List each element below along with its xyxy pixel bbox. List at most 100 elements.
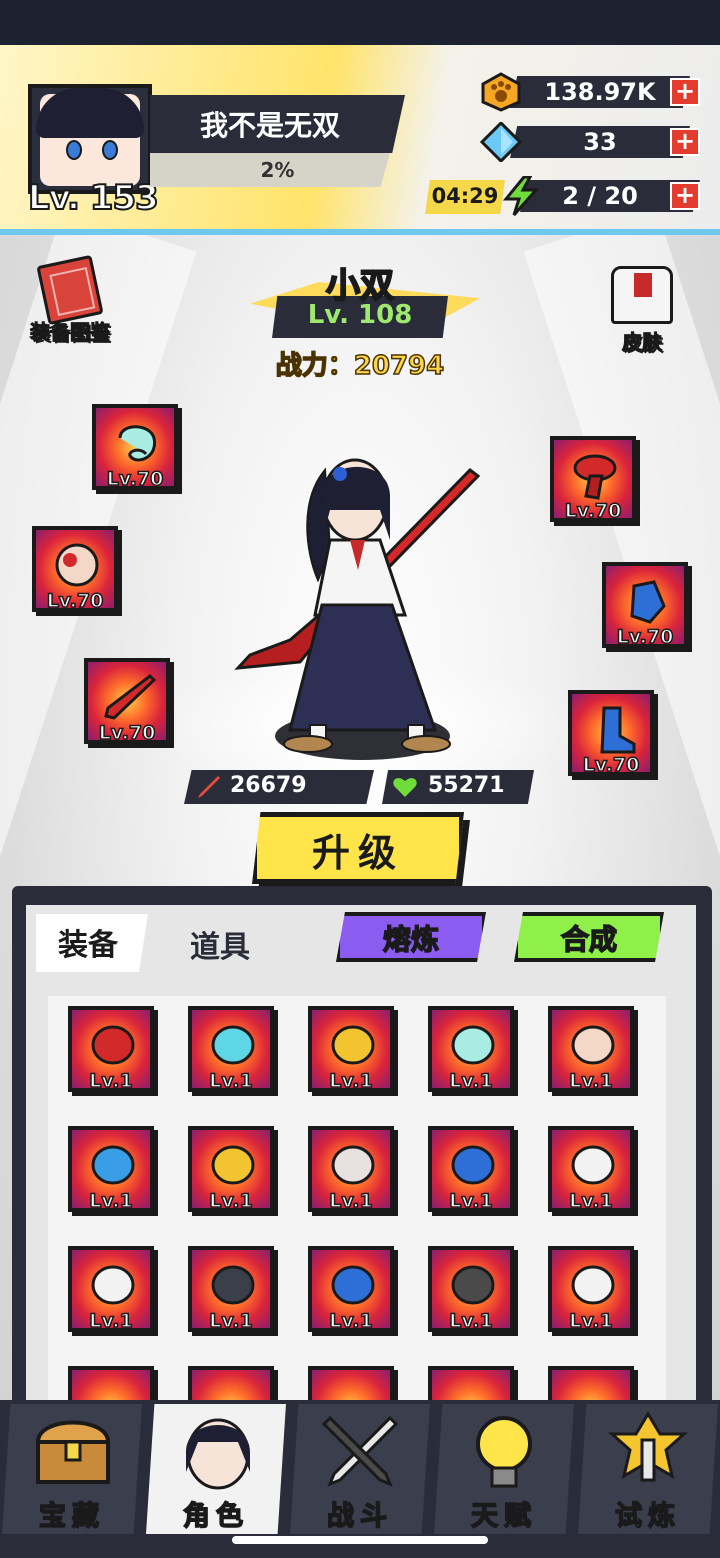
crossed-swords-icon xyxy=(321,1415,399,1487)
equip-slot-gloves[interactable]: Lv.70 xyxy=(602,562,688,649)
game-screen: Lv. 153 我不是无双 2% 138.97K + 33 + 04:29 2 … xyxy=(0,0,720,1558)
attack-value: 26679 xyxy=(230,773,307,798)
inventory-item-gold-sword[interactable]: Lv.1 xyxy=(308,1006,394,1093)
tab-equipment-label: 装备 xyxy=(58,928,118,963)
item-level: Lv.1 xyxy=(449,1189,494,1213)
equip-slot-pendant[interactable]: Lv.70 xyxy=(92,404,178,491)
character-portrait-icon xyxy=(186,1418,250,1490)
inventory-item-dark-helmet[interactable]: Lv.1 xyxy=(188,1246,274,1333)
glove-icon xyxy=(630,580,666,624)
combat-power: 战力：20794 xyxy=(275,350,445,382)
player-name: 我不是无双 xyxy=(199,109,340,142)
inventory-item-cyan-blade[interactable]: Lv.1 xyxy=(188,1006,274,1093)
red-sword-icon xyxy=(91,1025,135,1065)
sword-icon xyxy=(104,674,156,720)
nav-talent-label: 天赋 xyxy=(470,1500,537,1533)
stamina-timer: 04:29 xyxy=(431,184,499,208)
item-level: Lv.1 xyxy=(89,1069,134,1093)
combine-label: 合成 xyxy=(560,922,618,957)
gold-pendant-icon xyxy=(211,1145,255,1185)
inventory-item-blue-necklace[interactable]: Lv.1 xyxy=(68,1126,154,1213)
item-level: Lv.1 xyxy=(209,1069,254,1093)
equip-slot-scarf[interactable]: Lv.70 xyxy=(550,436,636,523)
blue-gloves-icon xyxy=(331,1265,375,1305)
exp-percent: 2% xyxy=(260,158,295,182)
pearl-necklace-icon xyxy=(331,1145,375,1185)
karate-gi-icon xyxy=(571,1265,615,1305)
lightbulb-icon xyxy=(476,1416,532,1488)
add-stamina-button[interactable]: + xyxy=(670,182,700,210)
inventory-item-blue-gloves[interactable]: Lv.1 xyxy=(308,1246,394,1333)
cyan-blade-icon xyxy=(211,1025,255,1065)
inventory-item-seal-ring[interactable]: Lv.1 xyxy=(548,1006,634,1093)
slot-level: Lv.70 xyxy=(106,467,164,491)
white-mask-icon xyxy=(91,1265,135,1305)
item-level: Lv.1 xyxy=(89,1309,134,1333)
skin-button[interactable]: 皮肤 xyxy=(592,266,692,355)
slot-level: Lv.70 xyxy=(582,753,640,777)
paw-coin-icon xyxy=(480,72,522,112)
equip-slot-boots[interactable]: Lv.70 xyxy=(568,690,654,777)
dark-helmet-icon xyxy=(211,1265,255,1305)
gems-value: 33 xyxy=(583,128,617,156)
item-level: Lv.1 xyxy=(449,1309,494,1333)
treasure-chest-icon xyxy=(35,1420,111,1484)
hp-stat: 55271 xyxy=(382,770,534,804)
slot-level: Lv.70 xyxy=(98,721,156,745)
equipment-codex-button[interactable]: 装备图鉴 xyxy=(18,254,122,345)
add-gems-button[interactable]: + xyxy=(670,128,700,156)
inventory-item-sapphire-pendant[interactable]: Lv.1 xyxy=(428,1126,514,1213)
gold-sword-icon xyxy=(331,1025,375,1065)
slot-level: Lv.70 xyxy=(564,499,622,523)
book-icon xyxy=(36,254,104,326)
nav-trial-label: 试炼 xyxy=(614,1500,681,1533)
white-cap-icon xyxy=(571,1145,615,1185)
pendant-icon xyxy=(118,425,157,462)
tactical-vest-icon xyxy=(451,1265,495,1305)
sword-icon xyxy=(198,776,220,798)
item-level: Lv.1 xyxy=(209,1309,254,1333)
inventory-item-white-mask[interactable]: Lv.1 xyxy=(68,1246,154,1333)
inventory-item-red-sword[interactable]: Lv.1 xyxy=(68,1006,154,1093)
avatar-eye xyxy=(66,140,82,160)
coins-value: 138.97K xyxy=(544,78,656,106)
diamond-icon xyxy=(479,120,523,164)
item-level: Lv.1 xyxy=(449,1069,494,1093)
add-coins-button[interactable]: + xyxy=(670,78,700,106)
inventory-item-karate-gi[interactable]: Lv.1 xyxy=(548,1246,634,1333)
stamina-value: 2 / 20 xyxy=(562,182,638,210)
ring-icon xyxy=(55,543,99,587)
sapphire-pendant-icon xyxy=(451,1145,495,1185)
item-level: Lv.1 xyxy=(329,1069,374,1093)
gems-row: 33 + xyxy=(479,120,720,164)
equip-slot-ring[interactable]: Lv.70 xyxy=(32,526,118,613)
item-level: Lv.1 xyxy=(329,1189,374,1213)
skin-label: 皮肤 xyxy=(622,330,663,355)
stamina-row: 2 / 20 + xyxy=(500,175,720,216)
slot-level: Lv.70 xyxy=(616,625,674,649)
hero-character[interactable] xyxy=(230,440,490,760)
avatar-eye xyxy=(102,140,118,160)
boot-icon xyxy=(600,706,636,754)
upgrade-label: 升级 xyxy=(311,831,404,875)
inventory-item-tactical-vest[interactable]: Lv.1 xyxy=(428,1246,514,1333)
smelt-label: 熔炼 xyxy=(382,922,440,957)
item-level: Lv.1 xyxy=(89,1189,134,1213)
home-indicator[interactable] xyxy=(232,1536,488,1544)
player-level: Lv. 153 xyxy=(27,177,160,219)
item-level: Lv.1 xyxy=(569,1069,614,1093)
nav-character-label: 角色 xyxy=(182,1500,249,1533)
trophy-crest-icon xyxy=(608,1411,688,1482)
blue-necklace-icon xyxy=(91,1145,135,1185)
inventory-item-jade-ring[interactable]: Lv.1 xyxy=(428,1006,514,1093)
tab-items[interactable]: 道具 xyxy=(190,922,250,966)
inventory-item-white-cap[interactable]: Lv.1 xyxy=(548,1126,634,1213)
inventory-grid: Lv.1 Lv.1 Lv.1 Lv.1 Lv.1 Lv.1 Lv.1 Lv.1 Lv.1 Lv.1… xyxy=(48,996,666,1406)
item-level: Lv.1 xyxy=(209,1189,254,1213)
scarf-icon xyxy=(573,454,617,500)
inventory-item-gold-pendant[interactable]: Lv.1 xyxy=(188,1126,274,1213)
equip-slot-weapon[interactable]: Lv.70 xyxy=(84,658,170,745)
nav-battle-label: 战斗 xyxy=(326,1500,393,1533)
jade-ring-icon xyxy=(451,1025,495,1065)
inventory-item-pearl-necklace[interactable]: Lv.1 xyxy=(308,1126,394,1213)
